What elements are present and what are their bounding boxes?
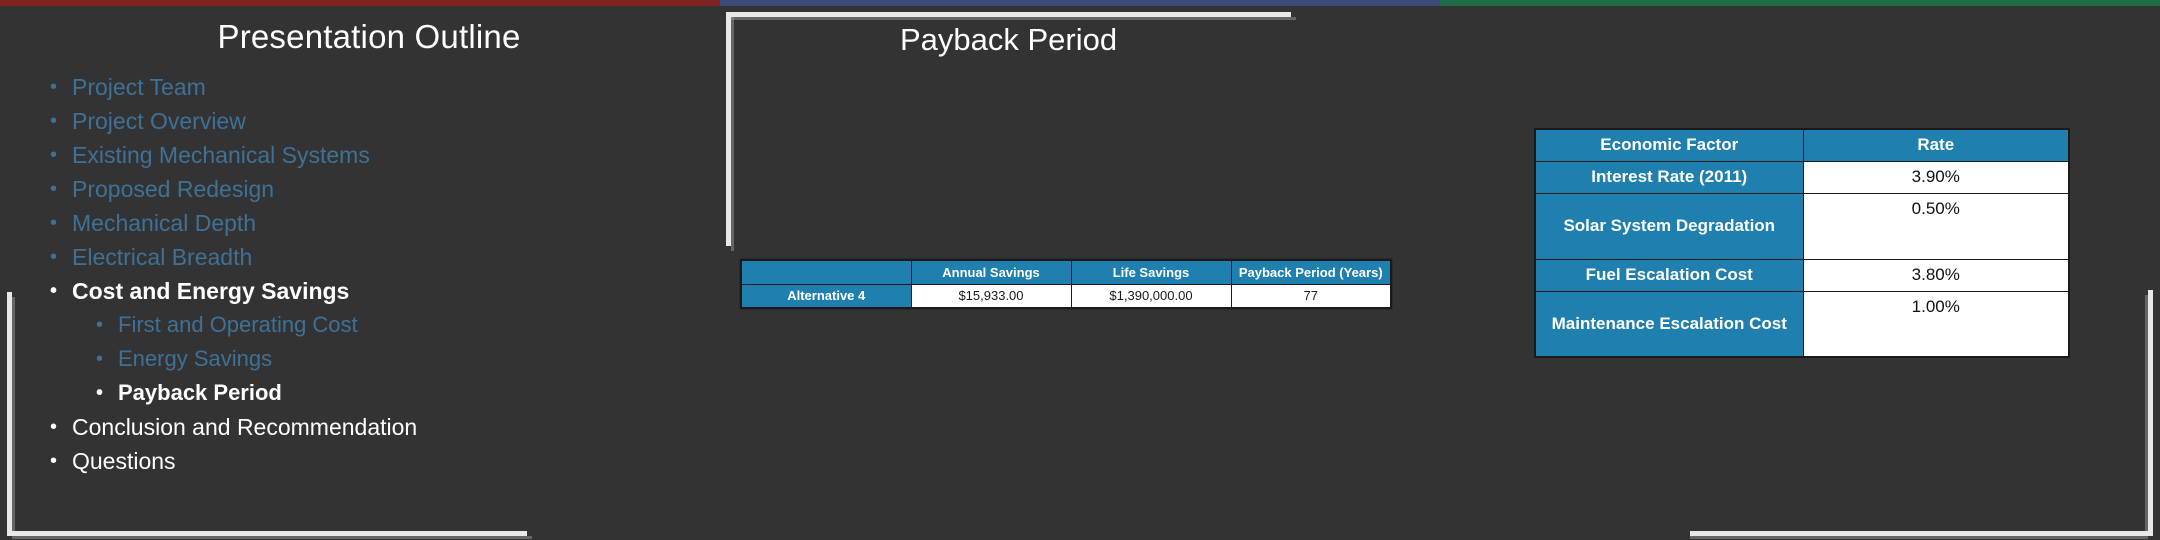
bullet-icon: • [50,178,58,200]
outline-item-label: Project Team [72,74,206,100]
outline-item-questions[interactable]: • Questions [50,444,720,478]
savings-cell-life: $1,390,000.00 [1070,283,1232,309]
right-frame-bottom-shadow [1690,536,2148,539]
outline-item-conclusion-and-recommendation[interactable]: • Conclusion and Recommendation [50,410,720,444]
econ-factor-interest-rate: Interest Rate (2011) [1534,160,1804,194]
bullet-icon: • [50,246,58,268]
outline-item-electrical-breadth[interactable]: • Electrical Breadth [50,240,720,274]
slide-title: Payback Period [899,22,1118,57]
econ-factor-solar-degradation: Solar System Degradation [1534,192,1804,260]
econ-rate-maintenance-escalation: 1.00% [1802,290,2070,358]
right-frame-vertical-line [2148,290,2153,536]
bullet-icon: • [96,348,104,370]
right-frame-bottom-line [1690,531,2153,536]
outline-item-label: Mechanical Depth [72,210,257,236]
outline-item-first-and-operating-cost[interactable]: • First and Operating Cost [96,308,720,342]
savings-row-label: Alternative 4 [740,283,912,309]
savings-header-life-savings: Life Savings [1070,259,1232,285]
outline-item-existing-mechanical-systems[interactable]: • Existing Mechanical Systems [50,138,720,172]
bullet-icon: • [50,450,58,472]
economic-factors-table: Economic Factor Rate Interest Rate (2011… [1534,128,2070,358]
outline-item-cost-and-energy-savings[interactable]: • Cost and Energy Savings [50,274,720,308]
bullet-icon: • [50,110,58,132]
savings-header-payback-period: Payback Period (Years) [1230,259,1392,285]
bullet-icon: • [50,212,58,234]
outline-item-label: Conclusion and Recommendation [72,414,418,440]
savings-header-annual-savings: Annual Savings [910,259,1072,285]
top-strip-green [1440,0,2160,6]
outline-item-label: Proposed Redesign [72,176,275,202]
left-frame-bottom-line [7,531,527,536]
outline-item-mechanical-depth[interactable]: • Mechanical Depth [50,206,720,240]
bullet-icon: • [96,314,104,336]
outline-item-label: First and Operating Cost [118,312,358,337]
outline-sublist-wrapper: • First and Operating Cost • Energy Savi… [72,308,720,410]
table-header-row: Annual Savings Life Savings Payback Peri… [740,259,1392,285]
slide-canvas: Presentation Outline • Project Team • Pr… [0,0,2160,540]
savings-cell-annual: $15,933.00 [910,283,1072,309]
outline-title: Presentation Outline [217,18,521,55]
outline-item-label: Electrical Breadth [72,244,253,270]
outline-item-label: Cost and Energy Savings [72,278,350,304]
econ-rate-solar-degradation: 0.50% [1802,192,2070,260]
center-frame-top-line [726,12,1291,17]
table-row: Fuel Escalation Cost 3.80% [1534,258,2070,292]
table-row: Solar System Degradation 0.50% [1534,192,2070,260]
outline-item-energy-savings[interactable]: • Energy Savings [96,342,720,376]
bullet-icon: • [50,280,58,302]
savings-cell-payback: 77 [1230,283,1392,309]
outline-item-project-overview[interactable]: • Project Overview [50,104,720,138]
econ-header-rate: Rate [1802,128,2070,162]
bullet-icon: • [50,416,58,438]
bullet-icon: • [96,382,104,404]
outline-item-label: Project Overview [72,108,246,134]
outline-item-payback-period[interactable]: • Payback Period [96,376,720,410]
outline-list-level1: • Project Team • Project Overview • Exis… [0,70,720,478]
outline-item-project-team[interactable]: • Project Team [50,70,720,104]
econ-header-factor: Economic Factor [1534,128,1804,162]
outline-item-label: Questions [72,448,176,474]
table-row: Alternative 4 $15,933.00 $1,390,000.00 7… [740,283,1392,309]
outline-item-label: Energy Savings [118,346,273,371]
presentation-outline-panel: Presentation Outline • Project Team • Pr… [0,18,720,478]
outline-item-label: Payback Period [118,380,282,405]
center-frame-top-shadow [731,17,1296,20]
top-strip-blue [720,0,1440,6]
savings-table-corner [740,259,912,285]
table-row: Interest Rate (2011) 3.90% [1534,160,2070,194]
econ-factor-fuel-escalation: Fuel Escalation Cost [1534,258,1804,292]
bullet-icon: • [50,144,58,166]
outline-item-proposed-redesign[interactable]: • Proposed Redesign [50,172,720,206]
table-row: Maintenance Escalation Cost 1.00% [1534,290,2070,358]
econ-factor-maintenance-escalation: Maintenance Escalation Cost [1534,290,1804,358]
outline-list-level2: • First and Operating Cost • Energy Savi… [72,308,720,410]
savings-table: Annual Savings Life Savings Payback Peri… [740,259,1392,309]
bullet-icon: • [50,76,58,98]
top-strip-red [0,0,720,6]
econ-rate-interest-rate: 3.90% [1802,160,2070,194]
outline-item-label: Existing Mechanical Systems [72,142,370,168]
econ-rate-fuel-escalation: 3.80% [1802,258,2070,292]
table-header-row: Economic Factor Rate [1534,128,2070,162]
left-frame-bottom-shadow [12,536,532,539]
